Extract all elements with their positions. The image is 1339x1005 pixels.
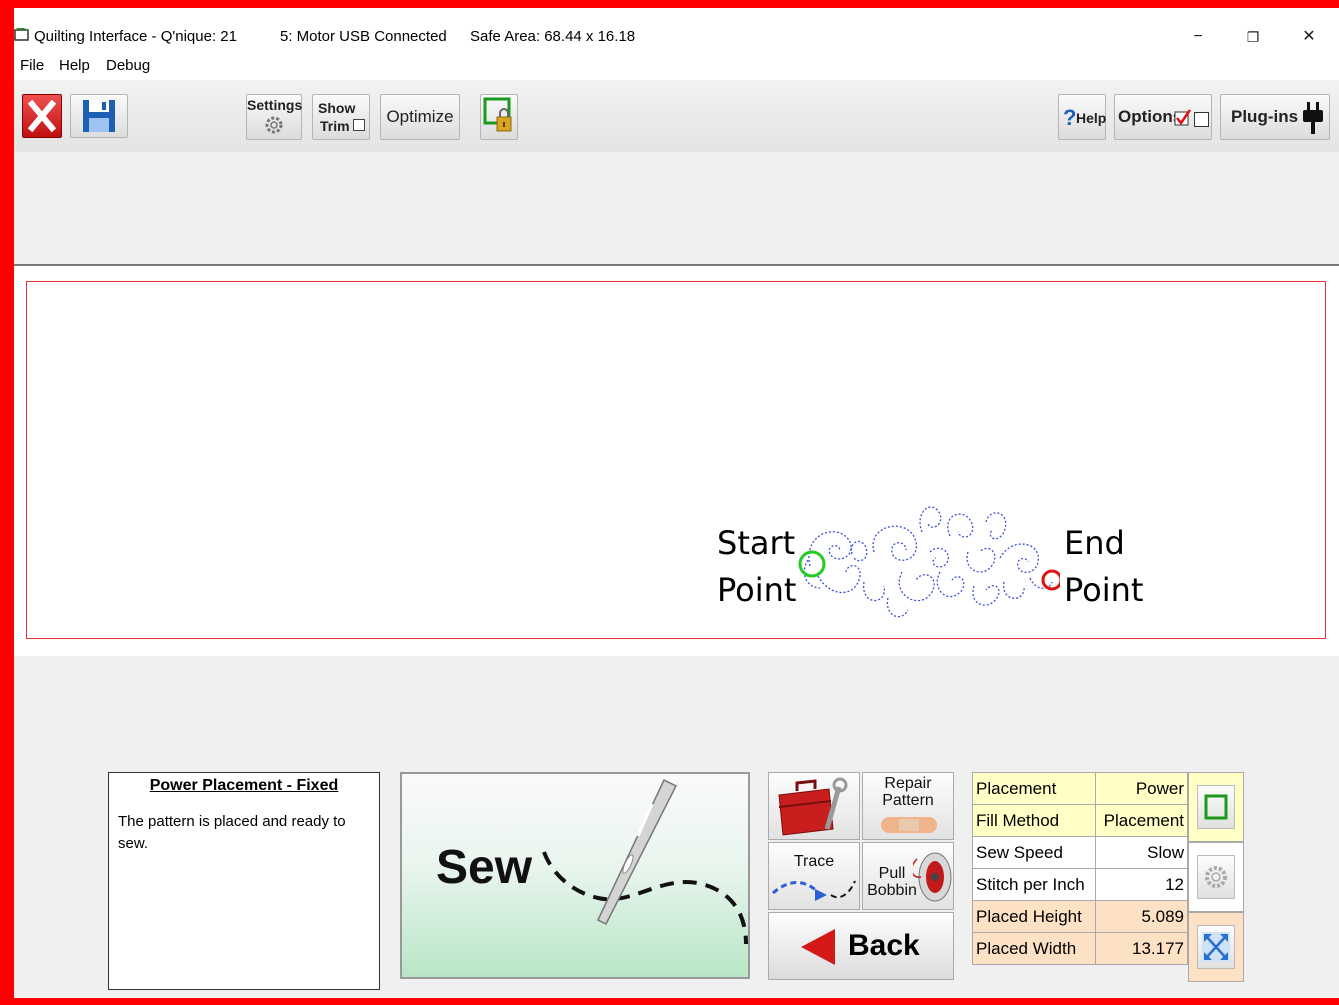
title-bar: Quilting Interface - Q'nique: 21 5: Moto…: [14, 22, 1339, 52]
needle-thread-icon: [542, 778, 748, 945]
checked-checkbox-icon[interactable]: [1174, 109, 1192, 127]
status-title: Power Placement - Fixed: [149, 777, 339, 794]
back-arrow-icon: [801, 929, 835, 965]
plugins-label: Plug-ins: [1231, 107, 1299, 126]
menu-file[interactable]: File: [20, 57, 44, 74]
options-checkbox[interactable]: [1194, 112, 1209, 127]
table-row: Sew Speed Slow: [972, 836, 1188, 869]
sew-settings-button[interactable]: [1197, 855, 1235, 899]
property-label: Fill Method: [972, 804, 1096, 837]
toolbox-icon: [778, 777, 848, 836]
gear-icon: [265, 116, 283, 134]
property-label: Placed Width: [972, 932, 1096, 965]
table-row: Stitch per Inch 12: [972, 868, 1188, 901]
start-point-marker: [798, 550, 826, 578]
safe-area-readout: Safe Area: 68.44 x 16.18: [470, 28, 636, 45]
sew-settings-side-cell: [1188, 842, 1244, 912]
bandage-icon: [881, 817, 937, 833]
toolbar: Settings Show Trim Optimize ? Help Optio…: [14, 80, 1339, 153]
window-border: [0, 0, 14, 1005]
optimize-button[interactable]: Optimize: [380, 94, 460, 140]
property-value[interactable]: 13.177: [1094, 932, 1188, 965]
property-value[interactable]: Placement: [1094, 804, 1188, 837]
expand-arrows-icon: [1202, 932, 1230, 962]
property-label: Placed Height: [972, 900, 1096, 933]
plugins-button[interactable]: Plug-ins: [1220, 94, 1330, 140]
padlock-icon: [483, 97, 512, 132]
table-row: Placement Power: [972, 772, 1188, 805]
gear-icon: [1205, 866, 1227, 888]
repair-label-2: Pattern: [882, 792, 934, 809]
repair-label-1: Repair: [884, 775, 932, 792]
floppy-disk-icon: [83, 100, 115, 132]
quilt-pattern[interactable]: [790, 502, 1060, 626]
property-label: Stitch per Inch: [972, 868, 1096, 901]
trace-arrow-icon: [772, 880, 856, 901]
sew-button[interactable]: Sew: [400, 772, 750, 979]
placement-settings-button[interactable]: [1197, 785, 1235, 829]
show-trim-toggle[interactable]: Show Trim: [312, 94, 370, 140]
property-label: Sew Speed: [972, 836, 1096, 869]
options-label: Options: [1118, 107, 1183, 126]
power-plug-icon: [1303, 102, 1323, 134]
menu-debug[interactable]: Debug: [106, 57, 150, 74]
show-trim-checkbox[interactable]: [353, 119, 365, 131]
property-value[interactable]: Power: [1094, 772, 1188, 805]
close-window-button[interactable]: ✕: [1286, 25, 1332, 49]
settings-button[interactable]: Settings: [246, 94, 302, 140]
trace-button[interactable]: Trace: [768, 842, 860, 910]
close-x-icon: [27, 99, 57, 133]
control-panel: Power Placement - Fixed The pattern is p…: [14, 656, 1339, 998]
toolbox-button[interactable]: [768, 772, 860, 840]
table-row: Placed Height 5.089: [972, 900, 1188, 933]
app-icon: [14, 28, 29, 41]
minimize-button[interactable]: −: [1175, 25, 1221, 49]
back-button[interactable]: Back: [768, 912, 954, 980]
property-label: Placement: [972, 772, 1096, 805]
menu-help[interactable]: Help: [59, 57, 90, 74]
lock-placement-button[interactable]: [480, 94, 518, 140]
repair-pattern-button[interactable]: Repair Pattern: [862, 772, 954, 840]
start-point-label: Start Point: [717, 524, 797, 609]
menu-bar: File Help Debug: [14, 54, 1339, 78]
end-point-marker: [1041, 569, 1060, 591]
property-value[interactable]: 12: [1094, 868, 1188, 901]
save-button[interactable]: [70, 94, 128, 138]
trim-label: Trim: [320, 118, 350, 134]
optimize-label: Optimize: [386, 107, 454, 126]
question-mark-icon: ?: [1063, 105, 1077, 130]
status-message: The pattern is placed and ready to sew.: [118, 813, 346, 852]
table-row: Placed Width 13.177: [972, 932, 1188, 965]
pattern-properties-table: Placement Power Fill Method Placement Sew …: [972, 772, 1188, 965]
status-info-box: Power Placement - Fixed The pattern is p…: [108, 772, 380, 990]
placement-side-cell: [1188, 772, 1244, 842]
back-label: Back: [848, 929, 920, 962]
trace-label: Trace: [793, 853, 835, 870]
show-label: Show: [318, 100, 356, 116]
exit-button[interactable]: [22, 94, 62, 138]
table-row: Fill Method Placement: [972, 804, 1188, 837]
property-value[interactable]: Slow: [1094, 836, 1188, 869]
app-title: Quilting Interface - Q'nique: 21: [34, 28, 237, 45]
help-label: Help: [1076, 110, 1107, 126]
toolbar-spacer: [14, 152, 1339, 266]
resize-button[interactable]: [1197, 925, 1235, 969]
property-value[interactable]: 5.089: [1094, 900, 1188, 933]
end-point-label: End Point: [1064, 524, 1144, 609]
pattern-canvas[interactable]: Start Point End Point: [14, 266, 1339, 656]
bobbin-icon: [913, 852, 952, 902]
options-button[interactable]: Options: [1114, 94, 1212, 140]
motor-status: 5: Motor USB Connected: [280, 28, 447, 45]
restore-button[interactable]: ❐: [1230, 25, 1276, 49]
pull-bobbin-button[interactable]: Pull Bobbin: [862, 842, 954, 910]
help-button[interactable]: ? Help: [1058, 94, 1106, 140]
size-side-cell: [1188, 912, 1244, 982]
square-frame-icon: [1204, 794, 1228, 820]
settings-label: Settings: [247, 97, 303, 113]
